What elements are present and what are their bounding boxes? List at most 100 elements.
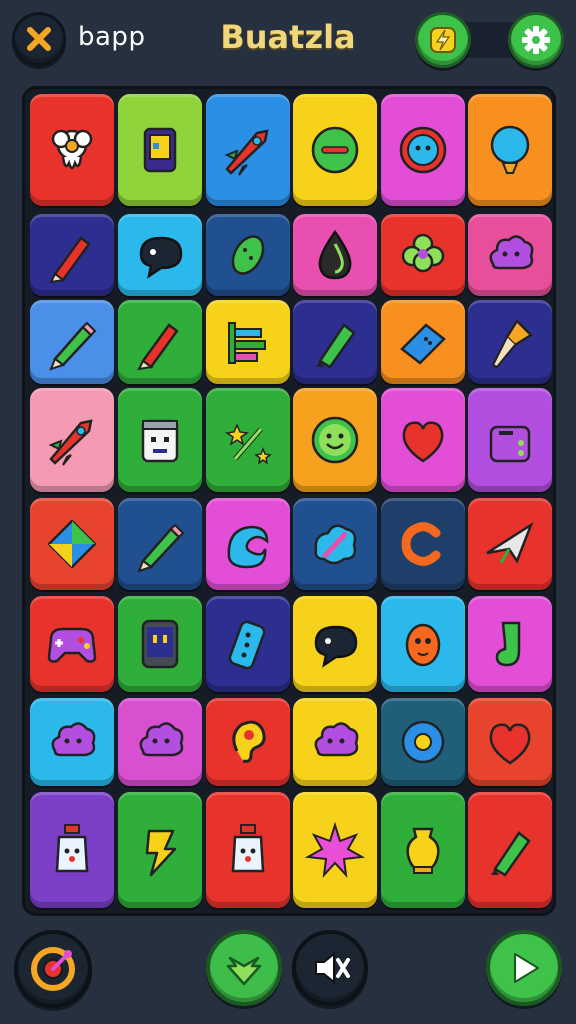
mute-icon <box>315 951 350 985</box>
flower-icon <box>401 720 445 764</box>
crayon-icon <box>137 323 179 371</box>
top-bar: bapp Buatzla <box>0 0 576 84</box>
play-button[interactable] <box>486 930 562 1006</box>
gear-icon <box>522 26 550 54</box>
burst-icon <box>304 821 366 878</box>
pencil-icon <box>49 321 97 371</box>
tile-r7-c3[interactable] <box>206 698 290 786</box>
face-ring-icon <box>399 126 447 174</box>
tile-r6-c4[interactable] <box>293 596 377 692</box>
down-arrow-icon <box>226 956 262 986</box>
star-wand-icon <box>224 423 272 465</box>
tile-r7-c6[interactable] <box>468 698 552 786</box>
tile-r1-c5[interactable] <box>381 94 465 206</box>
tile-r2-c5[interactable] <box>381 214 465 296</box>
tile-r1-c1[interactable] <box>30 94 114 206</box>
tile-r6-c2[interactable] <box>118 596 202 692</box>
settings-button[interactable] <box>508 12 564 68</box>
tile-r8-c1[interactable] <box>30 792 114 908</box>
brush-icon <box>491 319 533 369</box>
tile-r6-c6[interactable] <box>468 596 552 692</box>
tile-r3-c6[interactable] <box>468 300 552 384</box>
clover-icon <box>401 233 445 273</box>
tile-r3-c1[interactable] <box>30 300 114 384</box>
tile-r4-c4[interactable] <box>293 388 377 492</box>
tile-r5-c1[interactable] <box>30 498 114 590</box>
balloon-icon <box>490 125 530 174</box>
tile-r5-c6[interactable] <box>468 498 552 590</box>
mute-button[interactable] <box>292 930 368 1006</box>
heart-icon <box>489 723 531 765</box>
tile-r1-c3[interactable] <box>206 94 290 206</box>
speech-bubble-icon <box>314 625 358 668</box>
tile-r5-c4[interactable] <box>293 498 377 590</box>
marker-icon <box>316 323 356 369</box>
tile-r4-c2[interactable] <box>118 388 202 492</box>
drop-icon <box>318 229 352 280</box>
tile-r7-c4[interactable] <box>293 698 377 786</box>
gamepad-icon <box>47 627 97 663</box>
tile-r2-c1[interactable] <box>30 214 114 296</box>
tile-r5-c2[interactable] <box>118 498 202 590</box>
hint-button[interactable] <box>415 12 471 68</box>
tile-r2-c2[interactable] <box>118 214 202 296</box>
tile-r8-c4[interactable] <box>293 792 377 908</box>
app-label: bapp <box>78 22 146 52</box>
tile-r2-c4[interactable] <box>293 214 377 296</box>
tile-r3-c5[interactable] <box>381 300 465 384</box>
flower-ghost-icon <box>51 129 93 170</box>
cloud-icon <box>489 235 534 270</box>
tile-r2-c3[interactable] <box>206 214 290 296</box>
marker-icon <box>491 831 531 877</box>
tile-r4-c6[interactable] <box>468 388 552 492</box>
kite-icon <box>47 519 97 569</box>
ear-icon <box>232 720 266 763</box>
tile-r6-c3[interactable] <box>206 596 290 692</box>
smiley-icon <box>311 416 359 464</box>
tile-r8-c5[interactable] <box>381 792 465 908</box>
tile-r4-c3[interactable] <box>206 388 290 492</box>
tile-r5-c5[interactable] <box>381 498 465 590</box>
play-icon <box>514 953 539 983</box>
vase-icon <box>406 827 440 874</box>
tile-r2-c6[interactable] <box>468 214 552 296</box>
tile-r7-c5[interactable] <box>381 698 465 786</box>
tile-r3-c4[interactable] <box>293 300 377 384</box>
tile-r7-c1[interactable] <box>30 698 114 786</box>
heart-icon <box>402 421 444 463</box>
plane-icon <box>486 521 534 564</box>
brush-splash-icon <box>314 524 357 565</box>
tile-r6-c5[interactable] <box>381 596 465 692</box>
tile-r7-c2[interactable] <box>118 698 202 786</box>
game-board <box>22 86 556 916</box>
tile-r8-c3[interactable] <box>206 792 290 908</box>
wave-icon <box>227 525 269 569</box>
green-blob-icon <box>311 126 359 174</box>
tile-r5-c3[interactable] <box>206 498 290 590</box>
tile-r3-c2[interactable] <box>118 300 202 384</box>
bottle-icon <box>55 824 89 873</box>
letter-c-icon <box>401 522 441 566</box>
tile-r8-c2[interactable] <box>118 792 202 908</box>
pickle-icon <box>231 235 265 275</box>
down-button[interactable] <box>206 930 282 1006</box>
speech-bubble-icon <box>139 236 183 279</box>
tile-r3-c3[interactable] <box>206 300 290 384</box>
close-button[interactable] <box>12 12 66 66</box>
target-button[interactable] <box>14 930 92 1008</box>
tile-r1-c2[interactable] <box>118 94 202 206</box>
creature-icon <box>405 623 441 667</box>
tile-r1-c4[interactable] <box>293 94 377 206</box>
cloud-icon <box>51 722 96 757</box>
cloud-icon <box>139 722 184 757</box>
tile-r1-c6[interactable] <box>468 94 552 206</box>
tile-r4-c5[interactable] <box>381 388 465 492</box>
cloud-icon <box>314 722 359 757</box>
tile-r6-c1[interactable] <box>30 596 114 692</box>
tile-r8-c6[interactable] <box>468 792 552 908</box>
rocket-icon <box>224 129 269 176</box>
robot-icon <box>141 419 179 463</box>
tile-r4-c1[interactable] <box>30 388 114 492</box>
phone-icon <box>141 619 179 669</box>
target-icon <box>31 947 75 991</box>
